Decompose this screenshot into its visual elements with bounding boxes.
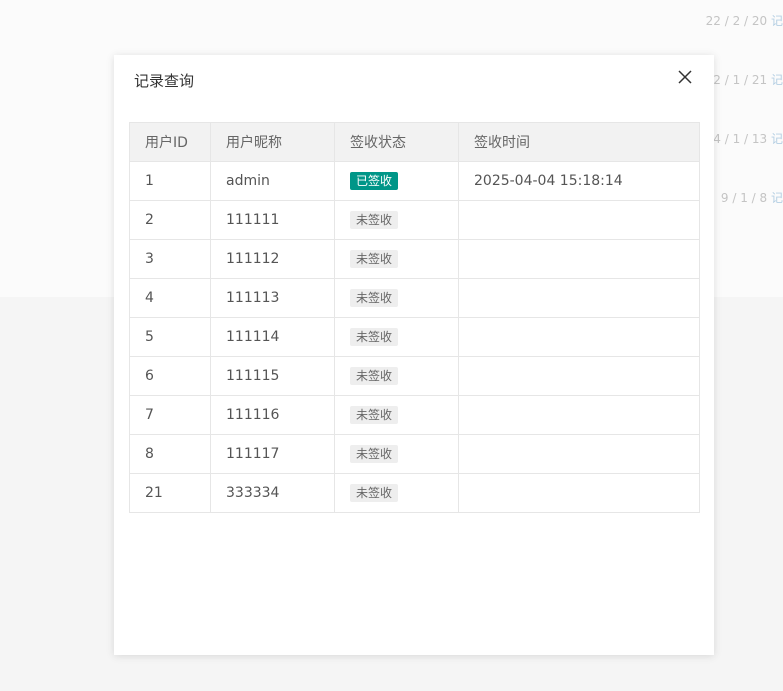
- cell-nickname: admin: [210, 161, 335, 201]
- cell-sign-time: [458, 239, 700, 279]
- table-row: 21 333334 未签收: [129, 473, 700, 513]
- background-row: 14 / 1 / 13 记: [703, 130, 783, 147]
- table-row: 4 111113 未签收: [129, 278, 700, 318]
- cell-sign-time: 2025-04-04 15:18:14: [458, 161, 700, 201]
- cell-sign-time: [458, 200, 700, 240]
- status-badge-unsigned: 未签收: [350, 211, 399, 229]
- column-header-user-id: 用户ID: [129, 122, 211, 162]
- dialog-title: 记录查询: [134, 72, 195, 90]
- table-row: 8 111117 未签收: [129, 434, 700, 474]
- cell-sign-time: [458, 473, 700, 513]
- background-row-date: 9 / 1 / 8: [720, 191, 768, 205]
- cell-user-id: 8: [129, 434, 211, 474]
- records-table: 用户ID 用户昵称 签收状态 签收时间 1 admin 已签收 2025-04-04 …: [129, 122, 700, 513]
- cell-user-id: 7: [129, 395, 211, 435]
- status-badge-unsigned: 未签收: [350, 289, 399, 307]
- column-header-time: 签收时间: [458, 122, 700, 162]
- column-header-nickname: 用户昵称: [210, 122, 335, 162]
- table-row: 3 111112 未签收: [129, 239, 700, 279]
- status-badge-unsigned: 未签收: [350, 445, 399, 463]
- status-badge-unsigned: 未签收: [350, 406, 399, 424]
- background-row: 22 / 2 / 20 记: [703, 12, 783, 29]
- cell-nickname: 111113: [210, 278, 335, 318]
- column-header-status: 签收状态: [334, 122, 459, 162]
- cell-user-id: 2: [129, 200, 211, 240]
- cell-nickname: 111114: [210, 317, 335, 357]
- cell-status: 未签收: [334, 434, 459, 474]
- background-row-date: 14 / 1 / 13: [705, 132, 768, 146]
- cell-user-id: 6: [129, 356, 211, 396]
- background-row-link[interactable]: 记: [771, 14, 783, 28]
- record-query-dialog: 记录查询 用户ID 用户昵称 签收状态 签收时间 1 admin 已签收 2025-0…: [114, 55, 714, 655]
- cell-sign-time: [458, 278, 700, 318]
- background-row: 22 / 1 / 21 记: [703, 71, 783, 88]
- status-badge-unsigned: 未签收: [350, 484, 399, 502]
- cell-nickname: 111117: [210, 434, 335, 474]
- close-icon[interactable]: [677, 69, 693, 85]
- table-header-row: 用户ID 用户昵称 签收状态 签收时间: [129, 122, 700, 162]
- cell-status: 未签收: [334, 356, 459, 396]
- cell-sign-time: [458, 317, 700, 357]
- cell-sign-time: [458, 356, 700, 396]
- table-row: 5 111114 未签收: [129, 317, 700, 357]
- status-badge-signed: 已签收: [350, 172, 399, 190]
- cell-nickname: 333334: [210, 473, 335, 513]
- table-row: 1 admin 已签收 2025-04-04 15:18:14: [129, 161, 700, 201]
- cell-user-id: 3: [129, 239, 211, 279]
- status-badge-unsigned: 未签收: [350, 250, 399, 268]
- cell-user-id: 21: [129, 473, 211, 513]
- cell-sign-time: [458, 395, 700, 435]
- cell-nickname: 111116: [210, 395, 335, 435]
- cell-status: 未签收: [334, 473, 459, 513]
- table-row: 2 111111 未签收: [129, 200, 700, 240]
- table-row: 7 111116 未签收: [129, 395, 700, 435]
- cell-sign-time: [458, 434, 700, 474]
- cell-nickname: 111115: [210, 356, 335, 396]
- background-row: 9 / 1 / 8 记: [703, 189, 783, 206]
- cell-status: 未签收: [334, 239, 459, 279]
- background-row-date: 22 / 2 / 20: [705, 14, 768, 28]
- cell-user-id: 5: [129, 317, 211, 357]
- cell-nickname: 111111: [210, 200, 335, 240]
- background-row-date: 22 / 1 / 21: [705, 73, 768, 87]
- cell-user-id: 1: [129, 161, 211, 201]
- cell-status: 未签收: [334, 278, 459, 318]
- status-badge-unsigned: 未签收: [350, 328, 399, 346]
- cell-status: 已签收: [334, 161, 459, 201]
- table-row: 6 111115 未签收: [129, 356, 700, 396]
- cell-status: 未签收: [334, 317, 459, 357]
- cell-status: 未签收: [334, 200, 459, 240]
- cell-nickname: 111112: [210, 239, 335, 279]
- cell-user-id: 4: [129, 278, 211, 318]
- cell-status: 未签收: [334, 395, 459, 435]
- background-row-link[interactable]: 记: [771, 191, 783, 205]
- status-badge-unsigned: 未签收: [350, 367, 399, 385]
- background-row-link[interactable]: 记: [771, 73, 783, 87]
- records-table-body: 1 admin 已签收 2025-04-04 15:18:14 2 111111 未签收 3 1…: [129, 161, 700, 513]
- background-row-link[interactable]: 记: [771, 132, 783, 146]
